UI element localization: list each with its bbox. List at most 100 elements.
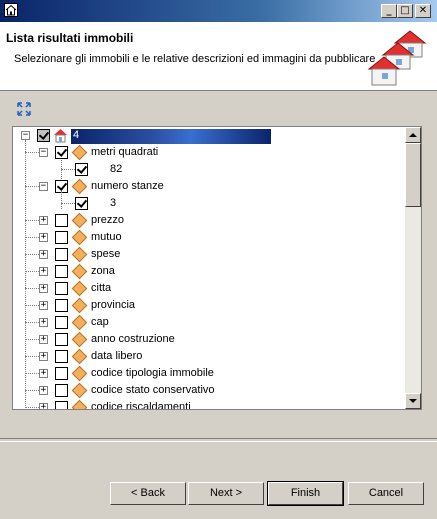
item-label: anno costruzione xyxy=(91,333,175,345)
tree-vertical-scrollbar[interactable] xyxy=(405,127,421,409)
item-checkbox[interactable] xyxy=(55,282,68,295)
tree-root-row[interactable]: − 4 xyxy=(13,127,407,144)
page-title: Lista risultati immobili xyxy=(6,31,134,45)
expand-all-icon[interactable] xyxy=(16,101,32,117)
item-label: data libero xyxy=(91,350,143,362)
field-diamond-icon xyxy=(71,229,88,246)
finish-button[interactable]: Finish xyxy=(267,481,344,506)
expand-toggle[interactable]: + xyxy=(39,233,48,242)
maximize-button[interactable]: □ xyxy=(397,4,413,18)
item-label: codice tipologia immobile xyxy=(91,367,214,379)
arrow-up-icon xyxy=(409,133,417,137)
results-tree[interactable]: − 4 − metri quadrati 82 − numero stanze … xyxy=(12,126,422,410)
item-checkbox[interactable] xyxy=(55,214,68,227)
collapse-toggle[interactable]: − xyxy=(39,148,48,157)
tree-item[interactable]: + provincia xyxy=(13,297,407,314)
item-checkbox[interactable] xyxy=(55,146,68,159)
item-label: provincia xyxy=(91,299,136,311)
houses-logo-icon xyxy=(365,25,431,92)
field-diamond-icon xyxy=(71,331,88,348)
back-button[interactable]: < Back xyxy=(110,482,186,505)
expand-toggle[interactable]: + xyxy=(39,335,48,344)
expand-toggle[interactable]: + xyxy=(39,216,48,225)
scroll-down-button[interactable] xyxy=(405,393,421,409)
expand-toggle[interactable]: + xyxy=(39,403,48,409)
item-checkbox[interactable] xyxy=(55,367,68,380)
field-diamond-icon xyxy=(71,144,88,161)
tree-item[interactable]: + citta xyxy=(13,280,407,297)
root-checkbox[interactable] xyxy=(37,129,50,142)
item-label: zona xyxy=(91,265,115,277)
close-button[interactable]: ✕ xyxy=(415,4,431,18)
expand-toggle[interactable]: + xyxy=(39,250,48,259)
item-checkbox[interactable] xyxy=(55,401,68,409)
item-label: prezzo xyxy=(91,214,125,226)
item-checkbox[interactable] xyxy=(55,333,68,346)
field-diamond-icon xyxy=(71,365,88,382)
item-label: cap xyxy=(91,316,109,328)
item-label: mutuo xyxy=(91,231,122,243)
tree-item[interactable]: + anno costruzione xyxy=(13,331,407,348)
item-label: metri quadrati xyxy=(91,146,159,158)
scroll-up-button[interactable] xyxy=(405,127,421,143)
expand-toggle[interactable]: + xyxy=(39,301,48,310)
field-diamond-icon xyxy=(71,314,88,331)
wizard-header: Lista risultati immobili Selezionare gli… xyxy=(0,22,437,91)
tree-item[interactable]: + codice stato conservativo xyxy=(13,382,407,399)
expand-toggle[interactable]: + xyxy=(39,369,48,378)
expand-toggle[interactable]: + xyxy=(39,284,48,293)
tree-item[interactable]: − metri quadrati xyxy=(13,144,407,161)
field-diamond-icon xyxy=(71,280,88,297)
item-label: codice riscaldamenti xyxy=(91,401,191,410)
collapse-root-toggle[interactable]: − xyxy=(21,131,30,140)
expand-toggle[interactable]: + xyxy=(39,386,48,395)
item-checkbox[interactable] xyxy=(55,231,68,244)
item-label: codice stato conservativo xyxy=(91,384,215,396)
button-separator xyxy=(0,438,437,442)
app-home-icon xyxy=(4,3,18,17)
item-checkbox[interactable] xyxy=(55,350,68,363)
field-diamond-icon xyxy=(71,382,88,399)
tree-item[interactable]: + mutuo xyxy=(13,229,407,246)
minimize-button[interactable]: _ xyxy=(381,4,397,18)
subitem-checkbox[interactable] xyxy=(75,197,88,210)
cancel-button[interactable]: Cancel xyxy=(348,482,424,505)
scroll-thumb[interactable] xyxy=(405,143,421,207)
field-diamond-icon xyxy=(71,297,88,314)
field-diamond-icon xyxy=(71,212,88,229)
expand-toggle[interactable]: + xyxy=(39,352,48,361)
subitem-value: 82 xyxy=(110,163,123,175)
subitem-value: 3 xyxy=(110,197,117,209)
tree-item[interactable]: − numero stanze xyxy=(13,178,407,195)
item-checkbox[interactable] xyxy=(55,248,68,261)
item-checkbox[interactable] xyxy=(55,265,68,278)
expand-toggle[interactable]: + xyxy=(39,318,48,327)
window-title-bar[interactable]: _ □ ✕ xyxy=(0,0,437,22)
item-checkbox[interactable] xyxy=(55,316,68,329)
tree-item[interactable]: + spese xyxy=(13,246,407,263)
expand-toggle[interactable]: + xyxy=(39,267,48,276)
field-diamond-icon xyxy=(71,263,88,280)
collapse-toggle[interactable]: − xyxy=(39,182,48,191)
item-checkbox[interactable] xyxy=(55,299,68,312)
item-label: numero stanze xyxy=(91,180,164,192)
field-diamond-icon xyxy=(71,348,88,365)
arrow-down-icon xyxy=(409,399,417,403)
next-button[interactable]: Next > xyxy=(188,482,264,505)
tree-item[interactable]: + data libero xyxy=(13,348,407,365)
tree-item[interactable]: + codice riscaldamenti xyxy=(13,399,407,410)
root-selection-highlight xyxy=(71,129,271,144)
field-diamond-icon xyxy=(71,246,88,263)
subitem-checkbox[interactable] xyxy=(75,163,88,176)
tree-item[interactable]: + cap xyxy=(13,314,407,331)
tree-item[interactable]: + codice tipologia immobile xyxy=(13,365,407,382)
field-diamond-icon xyxy=(71,399,88,409)
field-diamond-icon xyxy=(71,178,88,195)
tree-subitem[interactable]: 82 xyxy=(13,161,407,178)
item-label: citta xyxy=(91,282,112,294)
tree-item[interactable]: + prezzo xyxy=(13,212,407,229)
item-label: spese xyxy=(91,248,121,260)
tree-item[interactable]: + zona xyxy=(13,263,407,280)
tree-subitem[interactable]: 3 xyxy=(13,195,407,212)
item-checkbox[interactable] xyxy=(55,384,68,397)
